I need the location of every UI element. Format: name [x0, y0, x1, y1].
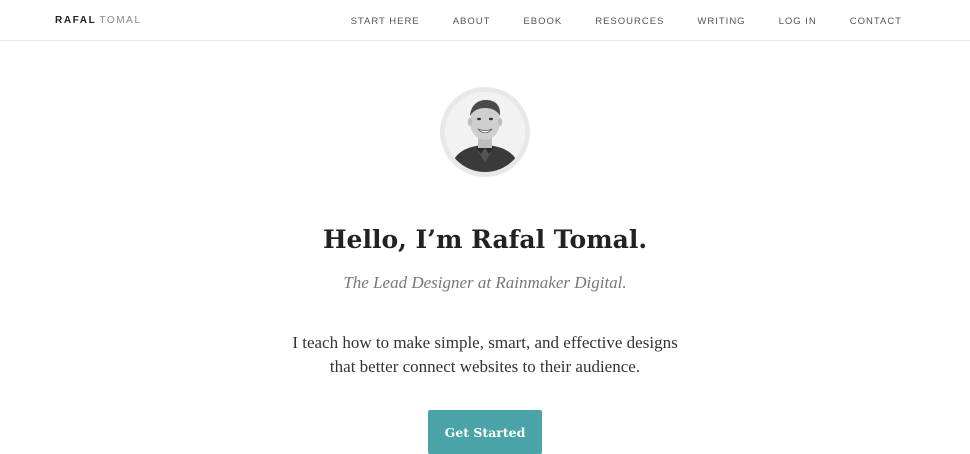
logo-last-name: TOMAL [99, 15, 142, 26]
avatar-frame [440, 87, 530, 177]
page-subtitle: The Lead Designer at Rainmaker Digital. [343, 273, 627, 292]
nav-ebook[interactable]: EBOOK [523, 16, 562, 27]
nav-log-in[interactable]: LOG IN [779, 16, 817, 27]
intro-text: I teach how to make simple, smart, and e… [270, 331, 700, 379]
get-started-button[interactable]: Get Started [428, 410, 542, 454]
nav-resources[interactable]: RESOURCES [595, 16, 664, 27]
portrait-photo [445, 92, 525, 172]
nav-start-here[interactable]: START HERE [351, 16, 420, 27]
avatar [445, 92, 525, 172]
nav-contact[interactable]: CONTACT [850, 16, 902, 27]
nav-about[interactable]: ABOUT [453, 16, 491, 27]
main-nav: START HERE ABOUT EBOOK RESOURCES WRITING… [318, 16, 902, 27]
page-title: Hello, I’m Rafal Tomal. [322, 225, 648, 254]
intro-line-2: that better connect websites to their au… [329, 357, 641, 376]
nav-writing[interactable]: WRITING [697, 16, 745, 27]
intro-line-1: I teach how to make simple, smart, and e… [292, 333, 678, 352]
logo-first-name: RAFAL [55, 15, 97, 26]
site-header: RAFAL TOMAL START HERE ABOUT EBOOK RESOUR… [0, 0, 970, 41]
site-logo[interactable]: RAFAL TOMAL [55, 15, 142, 27]
